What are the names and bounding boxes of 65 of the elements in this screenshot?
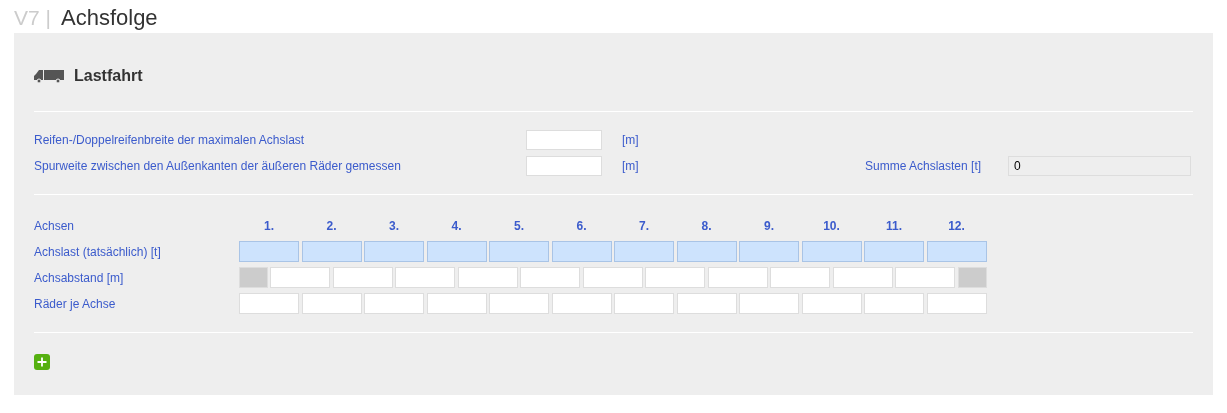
input-field[interactable] [739,241,799,262]
input-field[interactable] [864,241,924,262]
axle-number: 6. [575,218,588,233]
input-field[interactable] [770,267,831,288]
add-button[interactable] [34,354,50,370]
input-field[interactable] [707,267,768,288]
input-field[interactable] [239,293,299,314]
row-label: Achsabstand [m] [34,270,125,285]
input-field[interactable] [926,241,987,262]
axle-number: 10. [822,218,841,233]
disabled-cell [957,267,987,288]
disabled-cell [239,267,268,288]
input-field[interactable] [457,267,518,288]
sum-field[interactable]: 0 [1008,156,1191,176]
input-field[interactable] [832,267,893,288]
input-field[interactable] [364,241,424,262]
axle-number: 1. [263,218,275,233]
input-field[interactable] [926,293,987,314]
input-field[interactable] [332,267,393,288]
field-label: Reifen-/Doppelreifenbreite der maximalen Achslast [34,133,306,147]
unit-label: [m] [622,133,640,147]
row-label: Achsen [34,218,76,233]
input-field[interactable] [645,267,706,288]
section-title: Lastfahrt [74,67,143,85]
input-field[interactable] [301,241,362,262]
input-field[interactable] [526,130,602,150]
sum-label: Summe Achslasten [t] [865,159,983,173]
input-field[interactable] [801,241,862,262]
input-field[interactable] [739,293,799,314]
input-field[interactable] [520,267,581,288]
page-title: Achsfolge [61,5,158,31]
axle-number: 7. [638,218,650,233]
input-field[interactable] [426,241,487,262]
input-field[interactable] [614,293,674,314]
truck-icon [34,69,64,83]
input-field[interactable] [239,241,299,262]
input-field[interactable] [551,293,612,314]
input-field[interactable] [582,267,643,288]
input-field[interactable] [801,293,862,314]
input-field[interactable] [895,267,956,288]
unit-label: [m] [622,159,640,173]
axle-number: 2. [325,218,338,233]
row-label: Räder je Achse [34,296,117,311]
input-field[interactable] [426,293,487,314]
axle-number: 4. [450,218,463,233]
input-field[interactable] [526,156,602,176]
input-field[interactable] [364,293,424,314]
input-field[interactable] [864,293,924,314]
axle-number: 3. [388,218,400,233]
axle-number: 9. [763,218,775,233]
axle-number: 5. [513,218,525,233]
field-label: Spurweite zwischen den Außenkanten der äußeren Räder gemessen [34,159,402,173]
input-field[interactable] [489,241,549,262]
input-field[interactable] [676,241,737,262]
row-label: Achslast (tatsächlich) [t] [34,244,162,259]
input-field[interactable] [614,241,674,262]
input-field[interactable] [270,267,331,288]
input-field[interactable] [395,267,456,288]
axle-number: 12. [947,218,966,233]
input-field[interactable] [676,293,737,314]
input-field[interactable] [551,241,612,262]
input-field[interactable] [301,293,362,314]
axle-number: 8. [700,218,713,233]
axle-number: 11. [885,218,903,233]
input-field[interactable] [489,293,549,314]
